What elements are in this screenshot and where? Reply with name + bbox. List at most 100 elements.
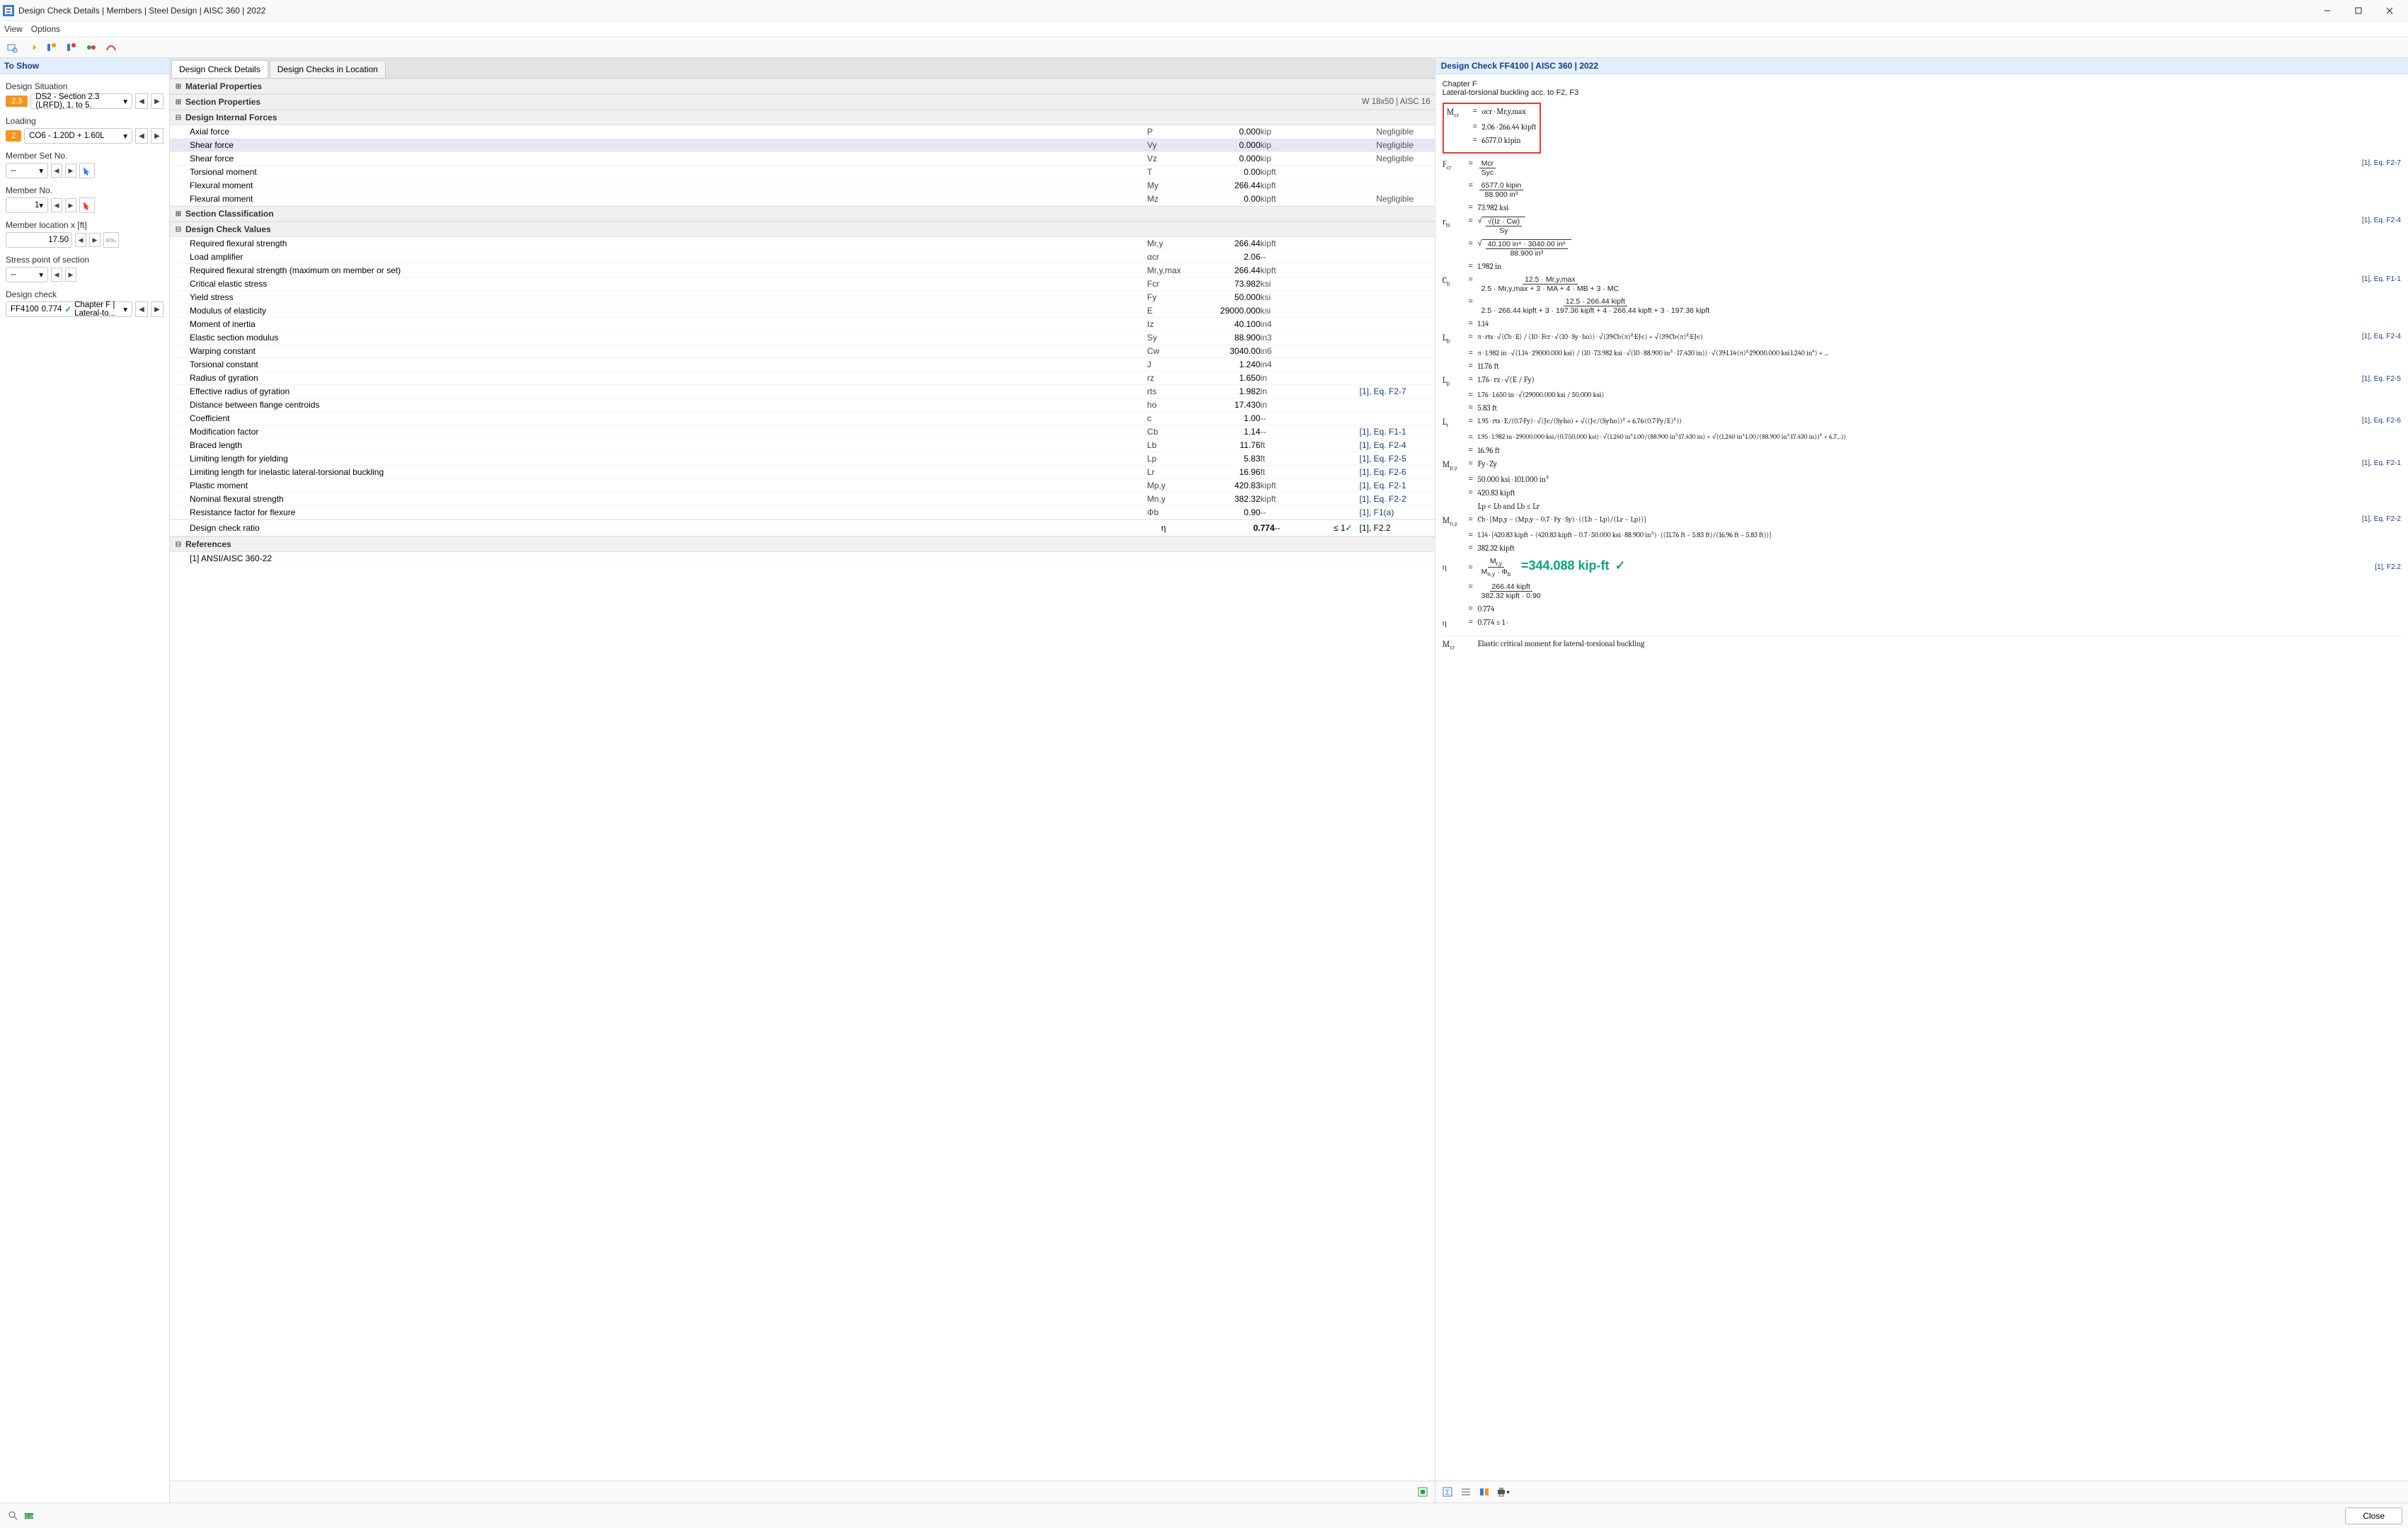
close-window-button[interactable] [2374,0,2405,21]
menu-options[interactable]: Options [31,24,60,34]
loc-next-button[interactable]: ▶ [89,233,101,247]
table-row[interactable]: Limiting length for inelastic lateral-to… [170,466,1435,479]
tab-details[interactable]: Design Check Details [171,60,268,78]
check-icon: ✓ [1346,523,1360,533]
table-row[interactable]: Required flexural strengthMr,y266.44kipf… [170,237,1435,251]
table-row[interactable]: Limiting length for yieldingLp5.83ft[1],… [170,452,1435,466]
table-row[interactable]: Effective radius of gyrationrts1.982in[1… [170,385,1435,398]
table-row[interactable]: Radius of gyrationrz1.650in [170,372,1435,385]
table-row[interactable]: Coefficientc1.00-- [170,412,1435,425]
toolbar-btn-6[interactable] [103,40,119,55]
app-icon [3,5,14,16]
menu-view[interactable]: View [4,24,23,34]
table-row[interactable]: Axial forceP0.000kipNegligible [170,125,1435,139]
rt-btn-2[interactable] [1458,1484,1474,1500]
tab-location[interactable]: Design Checks in Location [270,60,386,78]
table-row[interactable]: Flexural momentMz0.00kipftNegligible [170,193,1435,206]
rt-btn-3[interactable] [1477,1484,1492,1500]
chapter-label: Chapter F [1443,80,2401,88]
table-row[interactable]: Yield stressFy50.000ksi [170,291,1435,304]
chevron-down-icon: ▾ [39,166,43,176]
loc-toggle-button[interactable]: x/x₀ [103,232,119,248]
table-row[interactable]: Torsional constantJ1.240in4 [170,358,1435,372]
group-references[interactable]: ⊟References [170,536,1435,552]
table-row[interactable]: Critical elastic stressFcr73.982ksi [170,277,1435,291]
stress-point-dropdown[interactable]: --▾ [6,267,48,282]
table-row[interactable]: Modulus of elasticityE29000.000ksi [170,304,1435,318]
toolbar-btn-2[interactable] [24,40,40,55]
chevron-down-icon: ▾ [123,96,127,106]
table-row[interactable]: Plastic momentMp,y420.83kipft[1], Eq. F2… [170,479,1435,493]
table-row[interactable]: Shear forceVy0.000kipNegligible [170,139,1435,152]
memberno-pick-button[interactable] [79,197,95,213]
collapse-icon: ⊟ [174,226,183,234]
table-row[interactable]: Nominal flexural strengthMn,y382.32kipft… [170,493,1435,506]
footer: 0,00 Close [0,1503,2408,1528]
minimize-button[interactable] [2312,0,2343,21]
table-row[interactable]: Resistance factor for flexureΦb0.90--[1]… [170,506,1435,519]
group-check-values[interactable]: ⊟Design Check Values [170,222,1435,237]
toolbar-btn-5[interactable] [84,40,99,55]
load-prev-button[interactable]: ◀ [135,128,148,144]
member-loc-input[interactable] [6,232,72,248]
memberno-next-button[interactable]: ▶ [65,198,76,212]
label-loading: Loading [6,116,164,126]
ratio-row[interactable]: Design check ratio η 0.774 -- ≤ 1 ✓ [1],… [170,519,1435,536]
table-row[interactable]: Warping constantCw3040.00in6 [170,345,1435,358]
loc-prev-button[interactable]: ◀ [75,233,86,247]
table-row[interactable]: Flexural momentMy266.44kipft [170,179,1435,193]
load-badge: 2 [6,130,21,142]
ds-prev-button[interactable]: ◀ [135,93,148,109]
right-panel-header: Design Check FF4100 | AISC 360 | 2022 [1435,58,2408,74]
memberset-next-button[interactable]: ▶ [65,163,76,178]
table-row[interactable]: Braced lengthLb11.76ft[1], Eq. F2-4 [170,439,1435,452]
mid-export-button[interactable] [1415,1484,1431,1500]
dc-next-button[interactable]: ▶ [151,301,164,317]
table-row[interactable]: Elastic section modulusSy88.900in3 [170,331,1435,345]
close-button[interactable]: Close [2345,1507,2402,1524]
toolbar-btn-3[interactable] [44,40,59,55]
table-row[interactable]: Modification factorCb1.14--[1], Eq. F1-1 [170,425,1435,439]
dc-prev-button[interactable]: ◀ [135,301,148,317]
member-set-dropdown[interactable]: --▾ [6,163,48,178]
maximize-button[interactable] [2343,0,2374,21]
design-check-dropdown[interactable]: FF4100 0.774 ✓ Chapter F | Lateral-to...… [6,301,132,317]
rt-print-button[interactable]: ▾ [1495,1484,1510,1500]
table-row[interactable]: Moment of inertiaIz40.100in4 [170,318,1435,331]
group-internal-forces[interactable]: ⊟Design Internal Forces [170,110,1435,125]
table-row[interactable]: Shear forceVz0.000kipNegligible [170,152,1435,166]
check-description: Lateral-torsional buckling acc. to F2, F… [1443,88,2401,97]
group-section-props[interactable]: ⊞Section PropertiesW 18x50 | AISC 16 [170,94,1435,110]
sp-prev-button[interactable]: ◀ [51,268,62,282]
window-title: Design Check Details | Members | Steel D… [18,6,2312,16]
chevron-down-icon: ▾ [123,131,127,141]
memberset-prev-button[interactable]: ◀ [51,163,62,178]
foot-units-button[interactable]: 0,00 [21,1508,37,1524]
memberno-prev-button[interactable]: ◀ [51,198,62,212]
table-row[interactable]: Torsional momentT0.00kipft [170,166,1435,179]
group-section-class[interactable]: ⊞Section Classification [170,206,1435,222]
label-member-loc: Member location x [ft] [6,220,164,230]
foot-search-button[interactable] [6,1508,21,1524]
table-row[interactable]: Required flexural strength (maximum on m… [170,264,1435,277]
memberset-pick-button[interactable] [79,163,95,178]
ds-dropdown[interactable]: DS2 - Section 2.3 (LRFD), 1. to 5.▾ [30,93,132,109]
chevron-down-icon: ▾ [123,304,127,314]
ds-next-button[interactable]: ▶ [151,93,164,109]
center-tabs: Design Check Details Design Checks in Lo… [170,58,1435,79]
table-row[interactable]: Load amplifierαcr2.06-- [170,251,1435,264]
table-row[interactable]: Distance between flange centroidsho17.43… [170,398,1435,412]
sp-next-button[interactable]: ▶ [65,268,76,282]
ds-badge: 2.3 [6,96,28,107]
label-stress-point: Stress point of section [6,255,164,265]
toolbar-btn-1[interactable] [4,40,20,55]
label-design-situation: Design Situation [6,81,164,91]
loading-dropdown[interactable]: CO6 - 1.20D + 1.60L▾ [24,128,132,144]
rt-btn-1[interactable]: Σ [1440,1484,1455,1500]
load-next-button[interactable]: ▶ [151,128,164,144]
toolbar-btn-4[interactable] [64,40,79,55]
label-member-no: Member No. [6,185,164,195]
member-no-dropdown[interactable]: 1▾ [6,197,48,213]
collapse-icon: ⊟ [174,541,183,548]
group-material-props[interactable]: ⊞Material Properties [170,79,1435,94]
